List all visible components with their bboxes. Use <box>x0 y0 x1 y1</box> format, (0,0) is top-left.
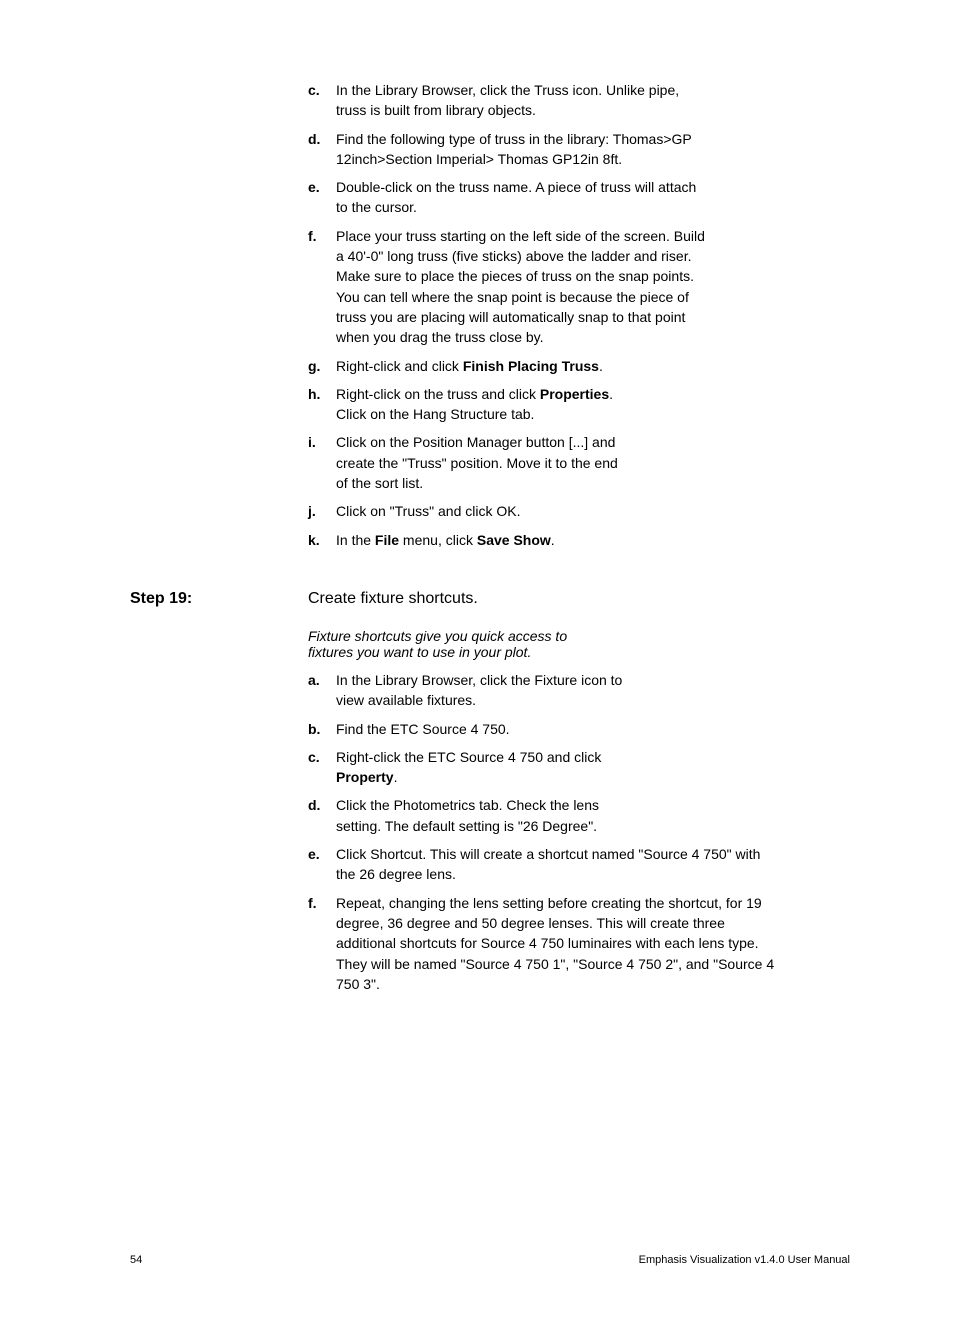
item-letter: f. <box>308 226 336 348</box>
item-text: Click the Photometrics tab. Check the le… <box>336 795 626 836</box>
item-letter: a. <box>308 670 336 711</box>
item-letter: d. <box>308 129 336 170</box>
step-label: Step 19: <box>130 590 308 608</box>
item-text: In the Library Browser, click the Truss … <box>336 80 706 121</box>
list-item: h.Right-click on the truss and click Pro… <box>308 384 783 425</box>
item-text: In the Library Browser, click the Fixtur… <box>336 670 626 711</box>
item-letter: b. <box>308 719 336 739</box>
list-item: e.Double-click on the truss name. A piec… <box>308 177 783 218</box>
list-item: d.Click the Photometrics tab. Check the … <box>308 795 783 836</box>
item-text: Click Shortcut. This will create a short… <box>336 844 776 885</box>
manual-title: Emphasis Visualization v1.4.0 User Manua… <box>639 1254 850 1266</box>
item-letter: d. <box>308 795 336 836</box>
step-title: Create fixture shortcuts. <box>308 590 478 608</box>
list-item: f.Repeat, changing the lens setting befo… <box>308 893 783 994</box>
item-letter: j. <box>308 501 336 521</box>
item-text: Right-click on the truss and click Prope… <box>336 384 626 425</box>
item-text: In the File menu, click Save Show. <box>336 530 626 550</box>
item-text: Right-click the ETC Source 4 750 and cli… <box>336 747 626 788</box>
item-letter: c. <box>308 80 336 121</box>
item-letter: c. <box>308 747 336 788</box>
list-item: f.Place your truss starting on the left … <box>308 226 783 348</box>
list-item: i.Click on the Position Manager button [… <box>308 432 783 493</box>
list-item: b.Find the ETC Source 4 750. <box>308 719 783 739</box>
item-letter: h. <box>308 384 336 425</box>
list-item: a.In the Library Browser, click the Fixt… <box>308 670 783 711</box>
item-text: Place your truss starting on the left si… <box>336 226 706 348</box>
item-text: Right-click and click Finish Placing Tru… <box>336 356 706 376</box>
list-item: g.Right-click and click Finish Placing T… <box>308 356 783 376</box>
list-item: c.In the Library Browser, click the Trus… <box>308 80 783 121</box>
item-text: Find the ETC Source 4 750. <box>336 719 626 739</box>
list-item: c.Right-click the ETC Source 4 750 and c… <box>308 747 783 788</box>
item-text: Repeat, changing the lens setting before… <box>336 893 776 994</box>
page-number: 54 <box>130 1254 142 1266</box>
item-letter: f. <box>308 893 336 994</box>
list-item: d.Find the following type of truss in th… <box>308 129 783 170</box>
item-letter: k. <box>308 530 336 550</box>
item-text: Click on the Position Manager button [..… <box>336 432 626 493</box>
item-text: Find the following type of truss in the … <box>336 129 706 170</box>
list-item: j.Click on "Truss" and click OK. <box>308 501 783 521</box>
item-text: Double-click on the truss name. A piece … <box>336 177 706 218</box>
item-letter: i. <box>308 432 336 493</box>
item-letter: e. <box>308 844 336 885</box>
item-letter: g. <box>308 356 336 376</box>
list-item: e.Click Shortcut. This will create a sho… <box>308 844 783 885</box>
list-item: k.In the File menu, click Save Show. <box>308 530 783 550</box>
item-text: Click on "Truss" and click OK. <box>336 501 626 521</box>
item-letter: e. <box>308 177 336 218</box>
step-intro: Fixture shortcuts give you quick access … <box>308 628 588 660</box>
